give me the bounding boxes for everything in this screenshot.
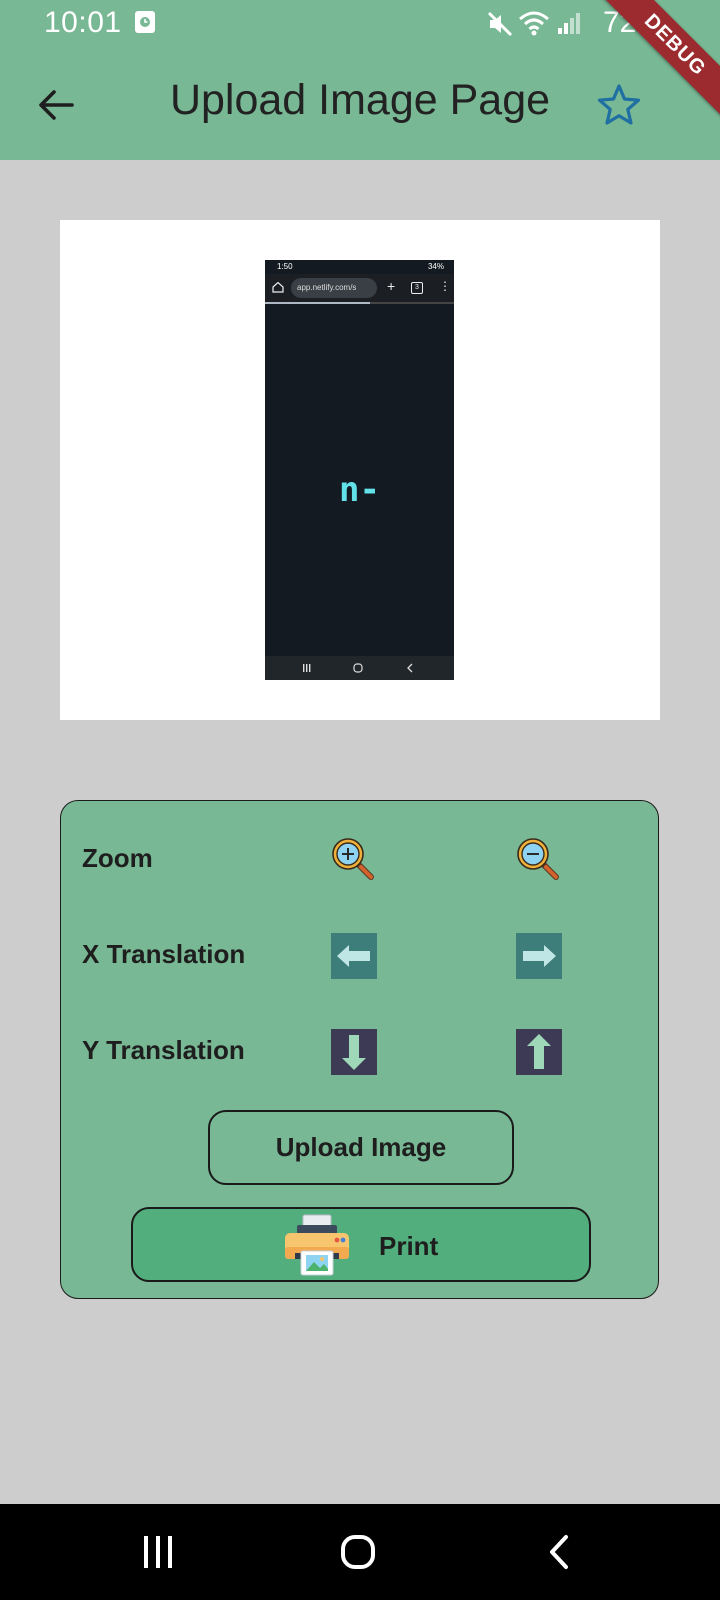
system-nav-bar [0,1504,720,1600]
y-translation-label: Y Translation [82,1035,245,1065]
arrow-right-icon[interactable] [516,933,562,979]
menu-icon: ⋮ [439,279,451,293]
printer-icon [285,1214,349,1276]
zoom-label: Zoom [82,843,153,873]
arrow-left-icon[interactable] [331,933,377,979]
home-button-icon[interactable] [340,1534,376,1570]
notification-icon [135,11,155,33]
home-icon [272,281,284,293]
arrow-down-icon[interactable] [331,1029,377,1075]
preview-nav-icons [303,663,413,673]
wifi-icon [519,11,549,36]
controls-panel: Zoom X Translation Y Translation Upload … [60,800,659,1299]
print-label: Print [379,1231,439,1261]
system-back-icon[interactable] [546,1534,576,1570]
arrow-up-icon[interactable] [516,1029,562,1075]
uploaded-image: 1:50 34% app.netlify.com/s + 3 ⋮ n- [265,260,454,680]
star-icon[interactable] [594,80,644,130]
preview-url-bar: app.netlify.com/s + 3 ⋮ [265,274,454,302]
mute-icon [487,11,513,37]
zoom-in-icon[interactable] [331,837,377,883]
print-button[interactable]: Print [131,1207,591,1282]
tab-count: 3 [411,282,423,294]
zoom-out-icon[interactable] [516,837,562,883]
preview-battery: 34% [427,262,444,271]
preview-status-time: 1:50 [277,262,293,271]
preview-url: app.netlify.com/s [291,278,377,298]
preview-logo: n- [339,470,380,510]
app-bar: 10:01 72% DEBUG Upload Image Page [0,0,720,160]
upload-image-button[interactable]: Upload Image [208,1110,514,1185]
preview-nav-bar [265,656,454,680]
plus-icon: + [387,278,396,294]
status-time: 10:01 [44,6,122,39]
recent-apps-icon[interactable] [140,1534,176,1570]
x-translation-label: X Translation [82,939,246,969]
preview-status-bar: 1:50 34% [265,260,454,274]
preview-progress-bar [265,302,454,304]
signal-icon [558,13,580,34]
